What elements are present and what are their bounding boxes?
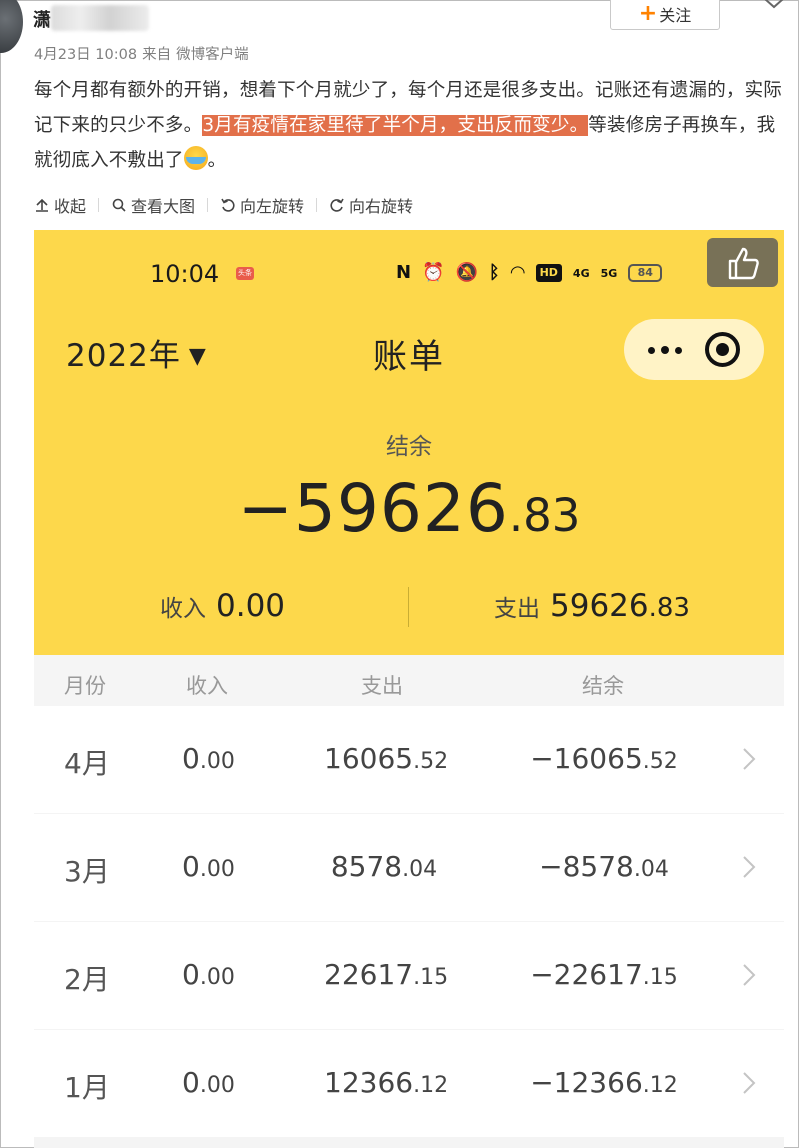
username-redacted (51, 5, 149, 31)
row-income: 0.00 (182, 1066, 235, 1099)
news-badge: 头条 (236, 267, 254, 280)
row-expense: 16065.52 (324, 742, 449, 775)
bill-header-panel: 10:04 头条 N ⏰ 🔕 ᛒ ◠ HD 4G 5G 84 2022年 ▼ 账… (34, 230, 784, 655)
follow-button[interactable]: + 关注 (610, 0, 720, 30)
view-large-button[interactable]: 查看大图 (111, 193, 195, 217)
rotate-right-icon (330, 198, 344, 212)
close-target-icon[interactable] (705, 332, 740, 367)
weibo-post: 潇 + 关注 4月23日 10:08 来自 微博客户端 每个月都有额外的开销，想着下… (0, 0, 799, 1148)
rotate-right-button[interactable]: 向右旋转 (329, 193, 413, 217)
rotate-left-icon (221, 198, 235, 212)
column-header-income: 收入 (186, 674, 228, 698)
status-time: 10:04 (150, 260, 220, 288)
rotate-left-button[interactable]: 向左旋转 (220, 193, 304, 217)
post-source[interactable]: 微博客户端 (176, 47, 249, 63)
row-balance: −8578.04 (539, 850, 669, 883)
username[interactable]: 潇 (33, 6, 51, 32)
collapse-label: 收起 (54, 197, 87, 216)
income-value: 0.00 (216, 588, 286, 624)
miniprogram-capsule (624, 319, 764, 380)
table-header: 月份 收入 支出 结余 (34, 655, 784, 706)
balance-dec: .83 (508, 489, 581, 542)
post-text-end: 。 (207, 150, 227, 171)
status-icons: N ⏰ 🔕 ᛒ ◠ HD 4G 5G 84 (396, 262, 663, 284)
row-income: 0.00 (182, 742, 235, 775)
mute-icon: 🔕 (455, 262, 478, 283)
collapse-up-icon (36, 198, 48, 212)
row-balance: −22617.15 (530, 958, 678, 991)
row-income: 0.00 (182, 958, 235, 991)
follow-label: 关注 (659, 5, 692, 25)
row-month: 3月 (64, 855, 110, 888)
view-large-label: 查看大图 (131, 197, 196, 216)
expense-int: 59626 (550, 588, 649, 624)
bill-screenshot[interactable]: 10:04 头条 N ⏰ 🔕 ᛒ ◠ HD 4G 5G 84 2022年 ▼ 账… (34, 230, 784, 1148)
plus-icon: + (638, 0, 658, 26)
table-row[interactable]: 4月 0.00 16065.52 −16065.52 (34, 706, 784, 813)
post-text: 每个月都有额外的开销，想着下个月就少了，每个月还是很多支出。记账还有遗漏的，实际… (34, 73, 786, 178)
income-summary: 收入 0.00 (160, 588, 285, 624)
expense-label: 支出 (494, 596, 540, 622)
balance-value: −59626.83 (34, 470, 784, 547)
row-month: 2月 (64, 963, 110, 996)
like-button[interactable] (707, 238, 778, 287)
summary-divider (408, 587, 409, 627)
column-header-month: 月份 (64, 674, 106, 698)
chevron-right-icon (743, 964, 756, 986)
table-row[interactable]: 2月 0.00 22617.15 −22617.15 (34, 922, 784, 1029)
row-expense: 12366.12 (324, 1066, 449, 1099)
expense-value: 59626.83 (550, 588, 690, 624)
post-text-highlight: 3月有疫情在家里待了半个月，支出反而变少。 (202, 115, 589, 136)
cry-laugh-emoji-icon (183, 146, 208, 170)
alarm-icon: ⏰ (422, 262, 445, 283)
chevron-right-icon (743, 1072, 756, 1094)
post-date[interactable]: 4月23日 10:08 (34, 47, 137, 63)
wifi-icon: ◠ (510, 262, 525, 283)
column-header-balance: 结余 (582, 674, 624, 698)
column-header-expense: 支出 (361, 674, 403, 698)
balance-label: 结余 (386, 434, 432, 460)
row-balance: −16065.52 (530, 742, 678, 775)
row-month: 1月 (64, 1071, 110, 1104)
table-row[interactable]: 1月 0.00 12366.12 −12366.12 (34, 1030, 784, 1137)
avatar[interactable] (0, 0, 23, 53)
expense-dec: .83 (648, 593, 690, 623)
more-dots-icon[interactable] (646, 335, 686, 365)
battery-icon: 84 (628, 264, 663, 282)
rotate-left-label: 向左旋转 (240, 197, 305, 216)
chevron-down-icon[interactable] (761, 0, 787, 17)
source-prefix: 来自 (142, 47, 172, 63)
chevron-right-icon (743, 748, 756, 770)
post-meta: 4月23日 10:08 来自 微博客户端 (34, 43, 254, 64)
thumbs-up-icon (728, 247, 759, 279)
toolbar-divider (316, 198, 318, 212)
image-toolbar: 收起 查看大图 向左旋转 向右旋转 (34, 193, 413, 217)
toolbar-divider (207, 198, 209, 212)
row-expense: 8578.04 (330, 850, 438, 883)
4g-signal-icon: 4G (572, 266, 590, 280)
rotate-right-label: 向右旋转 (349, 197, 414, 216)
row-month: 4月 (64, 747, 110, 780)
nfc-icon: N (396, 262, 412, 283)
bluetooth-icon: ᛒ (488, 262, 500, 283)
row-balance: −12366.12 (530, 1066, 678, 1099)
5g-signal-icon: 5G (600, 266, 618, 280)
row-income: 0.00 (182, 850, 235, 883)
chevron-right-icon (743, 856, 756, 878)
balance-int: −59626 (237, 470, 509, 547)
hd-icon: HD (535, 264, 562, 282)
collapse-button[interactable]: 收起 (34, 193, 86, 217)
toolbar-divider (98, 198, 100, 212)
income-label: 收入 (160, 596, 206, 622)
expense-summary: 支出 59626.83 (494, 588, 690, 624)
row-expense: 22617.15 (324, 958, 449, 991)
table-row[interactable]: 3月 0.00 8578.04 −8578.04 (34, 814, 784, 921)
search-icon (112, 198, 126, 212)
